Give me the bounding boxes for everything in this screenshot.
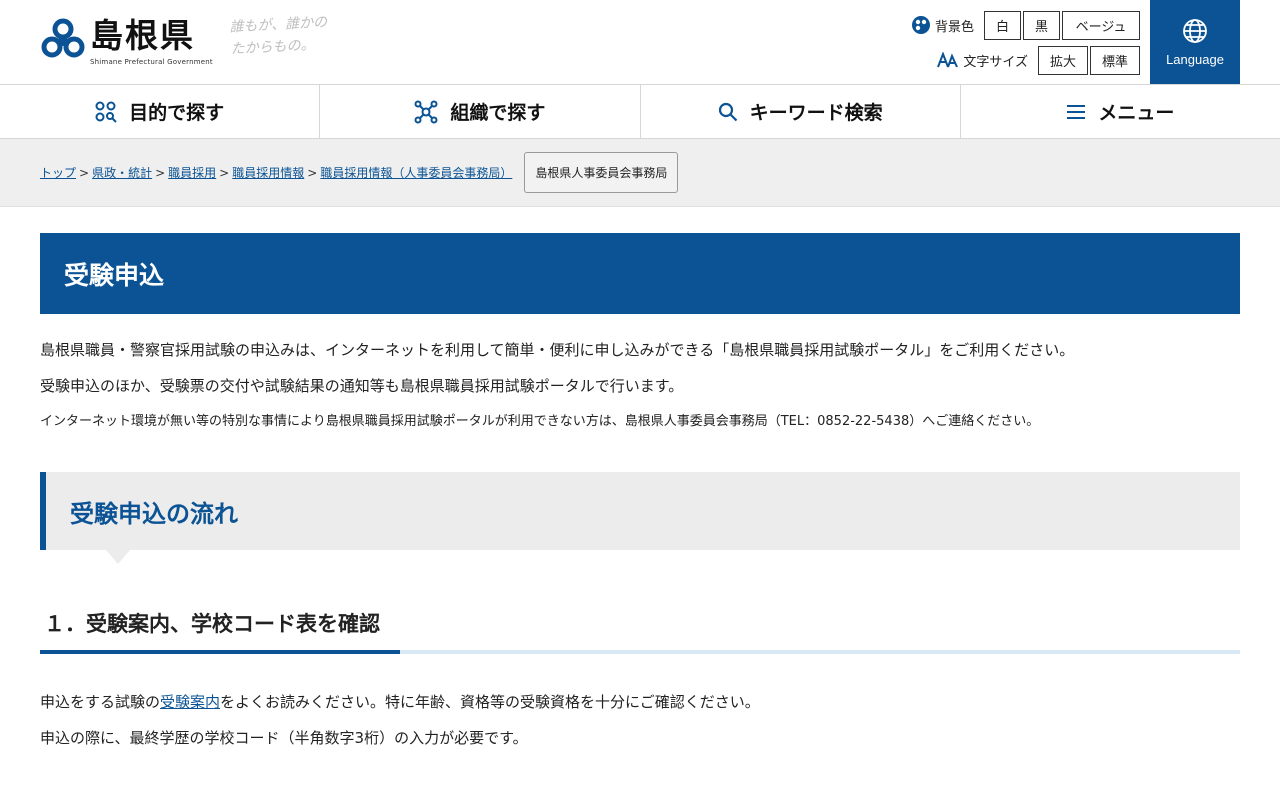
text-enlarge-button[interactable]: 拡大 bbox=[1038, 45, 1088, 75]
step-text: 申込をする試験の bbox=[40, 693, 161, 711]
intro-paragraph-2: 受験申込のほか、受験票の交付や試験結果の通知等も島根県職員採用試験ポータルで行い… bbox=[40, 377, 684, 395]
nav-menu[interactable]: メニュー bbox=[961, 85, 1280, 138]
intro-paragraph-3: インターネット環境が無い等の特別な事情により島根県職員採用試験ポータルが利用でき… bbox=[40, 414, 1040, 429]
nav-search-by-organization[interactable]: 組織で探す bbox=[320, 85, 641, 138]
breadcrumb-link-prefecture-stats[interactable]: 県政・統計 bbox=[92, 164, 152, 181]
text-size-text: 文字サイズ bbox=[963, 54, 1028, 70]
accessibility-tools: 背景色 白 黒 ベージュ 文字サイズ 拡大 標準 bbox=[810, 10, 1140, 80]
step-paragraph-1: 申込をする試験の受験案内をよくお読みください。特に年齢、資格等の受験資格を十分に… bbox=[40, 692, 1240, 712]
bg-beige-button[interactable]: ベージュ bbox=[1062, 10, 1140, 40]
background-color-label: 背景色 bbox=[911, 15, 974, 35]
bg-white-button[interactable]: 白 bbox=[984, 10, 1021, 40]
palette-icon bbox=[911, 16, 930, 34]
site-header: 島根県 Shimane Prefectural Government 誰もが、誰… bbox=[0, 0, 1280, 85]
breadcrumb-separator: > bbox=[219, 165, 230, 180]
nav-keyword-search[interactable]: キーワード検索 bbox=[641, 85, 961, 138]
breadcrumb: トップ > 県政・統計 > 職員採用 > 職員採用情報 > 職員採用情報（人事委員会事務… bbox=[0, 139, 1280, 207]
nav-search-by-purpose[interactable]: 目的で探す bbox=[0, 85, 321, 138]
nav-label: キーワード検索 bbox=[749, 102, 883, 124]
tagline-line-2: たからもの。 bbox=[230, 37, 315, 58]
language-button[interactable]: Language bbox=[1150, 0, 1240, 84]
exam-guide-link[interactable]: 受験案内 bbox=[160, 693, 220, 711]
intro-paragraph-1: 島根県職員・警察官採用試験の申込みは、インターネットを利用して簡単・便利に申し込… bbox=[40, 341, 1075, 359]
prefecture-emblem-icon bbox=[41, 18, 85, 58]
main-content: 受験申込 島根県職員・警察官採用試験の申込みは、インターネットを利用して簡単・便… bbox=[0, 207, 1280, 748]
purpose-grid-icon bbox=[95, 101, 117, 123]
step-paragraph-2: 申込の際に、最終学歴の学校コード（半角数字3桁）の入力が必要です。 bbox=[40, 729, 528, 747]
page-title: 受験申込 bbox=[40, 233, 1240, 314]
bg-black-button[interactable]: 黒 bbox=[1023, 10, 1060, 40]
breadcrumb-link-personnel-committee[interactable]: 職員採用情報（人事委員会事務局） bbox=[320, 164, 512, 181]
tagline: 誰もが、誰かの たからもの。 bbox=[229, 11, 329, 60]
globe-icon bbox=[1183, 18, 1207, 43]
text-standard-button[interactable]: 標準 bbox=[1090, 45, 1140, 75]
text-size-row: 文字サイズ 拡大 標準 bbox=[810, 45, 1140, 75]
step-heading-underline bbox=[40, 650, 1240, 654]
nav-label: 目的で探す bbox=[129, 102, 225, 124]
search-icon bbox=[718, 102, 737, 121]
organization-icon bbox=[414, 100, 438, 123]
logo-subtitle: Shimane Prefectural Government bbox=[90, 58, 213, 66]
breadcrumb-link-recruitment-info[interactable]: 職員採用情報 bbox=[232, 164, 304, 181]
step-text: をよくお読みください。特に年齢、資格等の受験資格を十分にご確認ください。 bbox=[220, 693, 760, 711]
background-color-row: 背景色 白 黒 ベージュ bbox=[810, 10, 1140, 40]
breadcrumb-separator: > bbox=[155, 165, 166, 180]
department-tag-button[interactable]: 島根県人事委員会事務局 bbox=[524, 152, 679, 193]
language-label: Language bbox=[1166, 51, 1224, 67]
breadcrumb-separator: > bbox=[79, 165, 90, 180]
hamburger-menu-icon bbox=[1067, 104, 1086, 119]
background-color-text: 背景色 bbox=[934, 19, 974, 35]
breadcrumb-separator: > bbox=[307, 165, 318, 180]
text-size-label: 文字サイズ bbox=[937, 51, 1028, 70]
site-logo[interactable]: 島根県 Shimane Prefectural Government bbox=[40, 16, 213, 66]
step-heading: １．受験案内、学校コード表を確認 bbox=[44, 612, 380, 636]
text-size-icon bbox=[937, 52, 959, 68]
breadcrumb-link-top[interactable]: トップ bbox=[40, 164, 76, 181]
breadcrumb-link-recruitment[interactable]: 職員採用 bbox=[168, 164, 216, 181]
logo-title: 島根県 bbox=[90, 16, 195, 55]
section-heading: 受験申込の流れ bbox=[40, 472, 1240, 564]
nav-label: メニュー bbox=[1098, 102, 1175, 124]
nav-label: 組織で探す bbox=[450, 102, 546, 124]
global-nav: 目的で探す 組織で探す キーワード検索 メニュー bbox=[0, 85, 1280, 139]
